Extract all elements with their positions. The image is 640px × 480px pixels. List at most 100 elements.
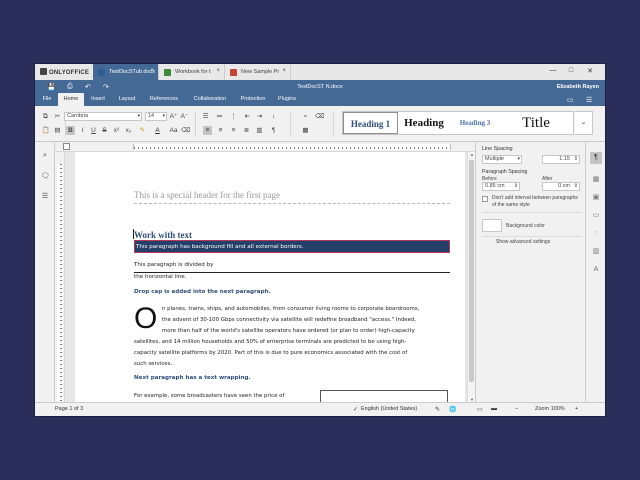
styles-expand-button[interactable]: ⌄	[575, 111, 593, 135]
body-text-line[interactable]: For example, some broadcasters have seen…	[134, 393, 284, 399]
style-heading[interactable]: Heading	[399, 112, 449, 134]
divided-paragraph-line-2[interactable]: the horizontal line.	[134, 273, 450, 281]
shading-icon[interactable]: ▥	[255, 126, 264, 135]
style-heading-1[interactable]: Heading 1	[343, 112, 398, 134]
doc-tab-document[interactable]: TestDocSTub.docx ×	[93, 64, 159, 80]
align-left-icon[interactable]: ≡	[203, 126, 212, 135]
text-art-settings-icon[interactable]: A	[590, 264, 602, 276]
font-size-select[interactable]: 14 ▾	[145, 112, 167, 121]
close-tab-icon[interactable]: ×	[216, 68, 220, 74]
document-heading[interactable]: Work with text	[134, 230, 192, 240]
line-spacing-icon[interactable]: ↕	[269, 112, 278, 121]
spacing-before-input[interactable]: 0.85 cm ⇕	[482, 182, 520, 191]
paste-icon[interactable]: 📋	[41, 126, 50, 135]
spinner-icon[interactable]: ⇕	[574, 156, 578, 163]
drop-cap-letter[interactable]: O	[134, 304, 157, 334]
select-all-icon[interactable]: ▤	[53, 126, 62, 135]
style-title[interactable]: Title	[501, 112, 571, 134]
doc-tab-workbook[interactable]: Workbook for t ×	[159, 64, 225, 80]
minimize-icon[interactable]: —	[547, 67, 559, 74]
subscript-button[interactable]: x₂	[124, 126, 133, 135]
body-text-line[interactable]: more than half of the world's satellite …	[162, 328, 415, 334]
tab-protection[interactable]: Protection	[235, 93, 271, 106]
highlighted-paragraph[interactable]: This paragraph has background fill and a…	[134, 240, 450, 253]
language-select[interactable]: English (United States)	[361, 406, 417, 412]
open-location-icon[interactable]: ▭	[567, 96, 574, 104]
cut-icon[interactable]: ✂	[53, 112, 62, 121]
tab-layout[interactable]: Layout	[113, 93, 141, 106]
tab-stop-selector[interactable]	[63, 143, 70, 150]
tab-references[interactable]: References	[143, 93, 185, 106]
page-number[interactable]: Page 1 of 3	[55, 406, 83, 412]
spinner-icon[interactable]: ⇕	[514, 183, 518, 190]
vertical-ruler[interactable]	[55, 152, 65, 402]
document-canvas[interactable]: This is a special header for the first p…	[65, 152, 467, 402]
zoom-in-icon[interactable]: +	[575, 406, 578, 412]
tab-home[interactable]: Home	[58, 93, 84, 106]
show-advanced-settings-link[interactable]: Show advanced settings	[496, 239, 550, 245]
scrollbar-thumb[interactable]	[469, 160, 474, 382]
font-name-select[interactable]: Carnbria ▾	[64, 112, 142, 121]
copy-style-icon[interactable]: ⌕	[301, 112, 310, 121]
paragraph-settings-icon[interactable]: ¶	[590, 152, 602, 164]
line-spacing-value-input[interactable]: 1.15 ⇕	[542, 155, 580, 164]
body-text-line[interactable]: capacity satellite platforms by 2020. Pa…	[134, 350, 407, 356]
numbered-list-icon[interactable]: ≔	[215, 112, 224, 121]
document-page[interactable]: This is a special header for the first p…	[75, 152, 465, 402]
dropcap-note[interactable]: Drop cap is added into the next paragrap…	[134, 289, 271, 295]
dont-add-interval-checkbox[interactable]	[482, 196, 488, 202]
font-color-icon[interactable]: A	[153, 126, 162, 135]
align-center-icon[interactable]: ≡	[216, 126, 225, 135]
bullet-list-icon[interactable]: ☰	[201, 112, 210, 121]
image-settings-icon[interactable]: ▣	[590, 192, 602, 204]
grow-font-icon[interactable]: A⁺	[169, 112, 178, 121]
increase-indent-icon[interactable]: ⇥	[255, 112, 264, 121]
highlight-color-icon[interactable]: ✎	[138, 126, 147, 135]
close-window-icon[interactable]: ✕	[584, 67, 596, 75]
horizontal-ruler[interactable]	[55, 142, 475, 152]
shrink-font-icon[interactable]: A⁻	[180, 112, 189, 121]
clear-style-icon[interactable]: ⌫	[315, 112, 324, 121]
divided-paragraph-line-1[interactable]: This paragraph is divided by	[134, 261, 450, 269]
copy-icon[interactable]: ⧉	[41, 112, 50, 121]
nonprinting-chars-icon[interactable]: ¶	[269, 126, 278, 135]
clear-format-icon[interactable]: ⌫	[181, 126, 190, 135]
underline-button[interactable]: U	[89, 126, 98, 135]
align-right-icon[interactable]: ≡	[229, 126, 238, 135]
justify-icon[interactable]: ≣	[242, 126, 251, 135]
track-changes-icon[interactable]: ✎	[435, 406, 440, 413]
fit-width-icon[interactable]: ▬	[491, 406, 497, 412]
shape-settings-icon[interactable]: ◌	[590, 228, 602, 240]
body-text-line[interactable]: such services..	[134, 361, 174, 367]
zoom-out-icon[interactable]: −	[515, 406, 518, 412]
body-text-line[interactable]: n planes, trains, ships, and automobiles…	[162, 306, 419, 312]
search-icon[interactable]: ⌕	[40, 152, 50, 160]
italic-button[interactable]: I	[78, 126, 87, 135]
style-heading-3[interactable]: Heading 3	[451, 112, 499, 134]
decrease-indent-icon[interactable]: ⇤	[243, 112, 252, 121]
body-text-line[interactable]: satellites, and 14 million households an…	[134, 339, 406, 345]
spacing-after-input[interactable]: 0 cm ⇕	[542, 182, 580, 191]
body-text-line[interactable]: the advent of 30-100 Gbps connectivity v…	[162, 317, 416, 323]
page-header-text[interactable]: This is a special header for the first p…	[134, 190, 280, 200]
tab-file[interactable]: File	[38, 93, 56, 106]
restore-icon[interactable]: □	[565, 67, 577, 74]
color-scheme-icon[interactable]: ▦	[301, 126, 310, 135]
tab-collaboration[interactable]: Collaboration	[187, 93, 233, 106]
line-spacing-mode-select[interactable]: Multiple ▾	[482, 155, 522, 164]
header-footer-settings-icon[interactable]: ▭	[590, 210, 602, 222]
chart-settings-icon[interactable]: ▥	[590, 246, 602, 258]
wrapped-image-frame[interactable]	[320, 390, 448, 402]
options-icon[interactable]: ☰	[586, 96, 592, 104]
bold-button[interactable]: B	[66, 126, 75, 135]
wrap-note[interactable]: Next paragraph has a text wrapping.	[134, 375, 251, 381]
spell-check-icon[interactable]: ✓	[353, 406, 358, 413]
vertical-scrollbar[interactable]: ▲ ▼	[467, 152, 475, 402]
document-language-icon[interactable]: 🌐	[449, 406, 456, 413]
navigation-icon[interactable]: ☰	[40, 192, 50, 200]
multilevel-list-icon[interactable]: ⋮	[229, 112, 238, 121]
tab-insert[interactable]: Insert	[86, 93, 110, 106]
change-case-icon[interactable]: Aa	[169, 126, 178, 135]
spinner-icon[interactable]: ⇕	[574, 183, 578, 190]
table-settings-icon[interactable]: ▦	[590, 174, 602, 186]
